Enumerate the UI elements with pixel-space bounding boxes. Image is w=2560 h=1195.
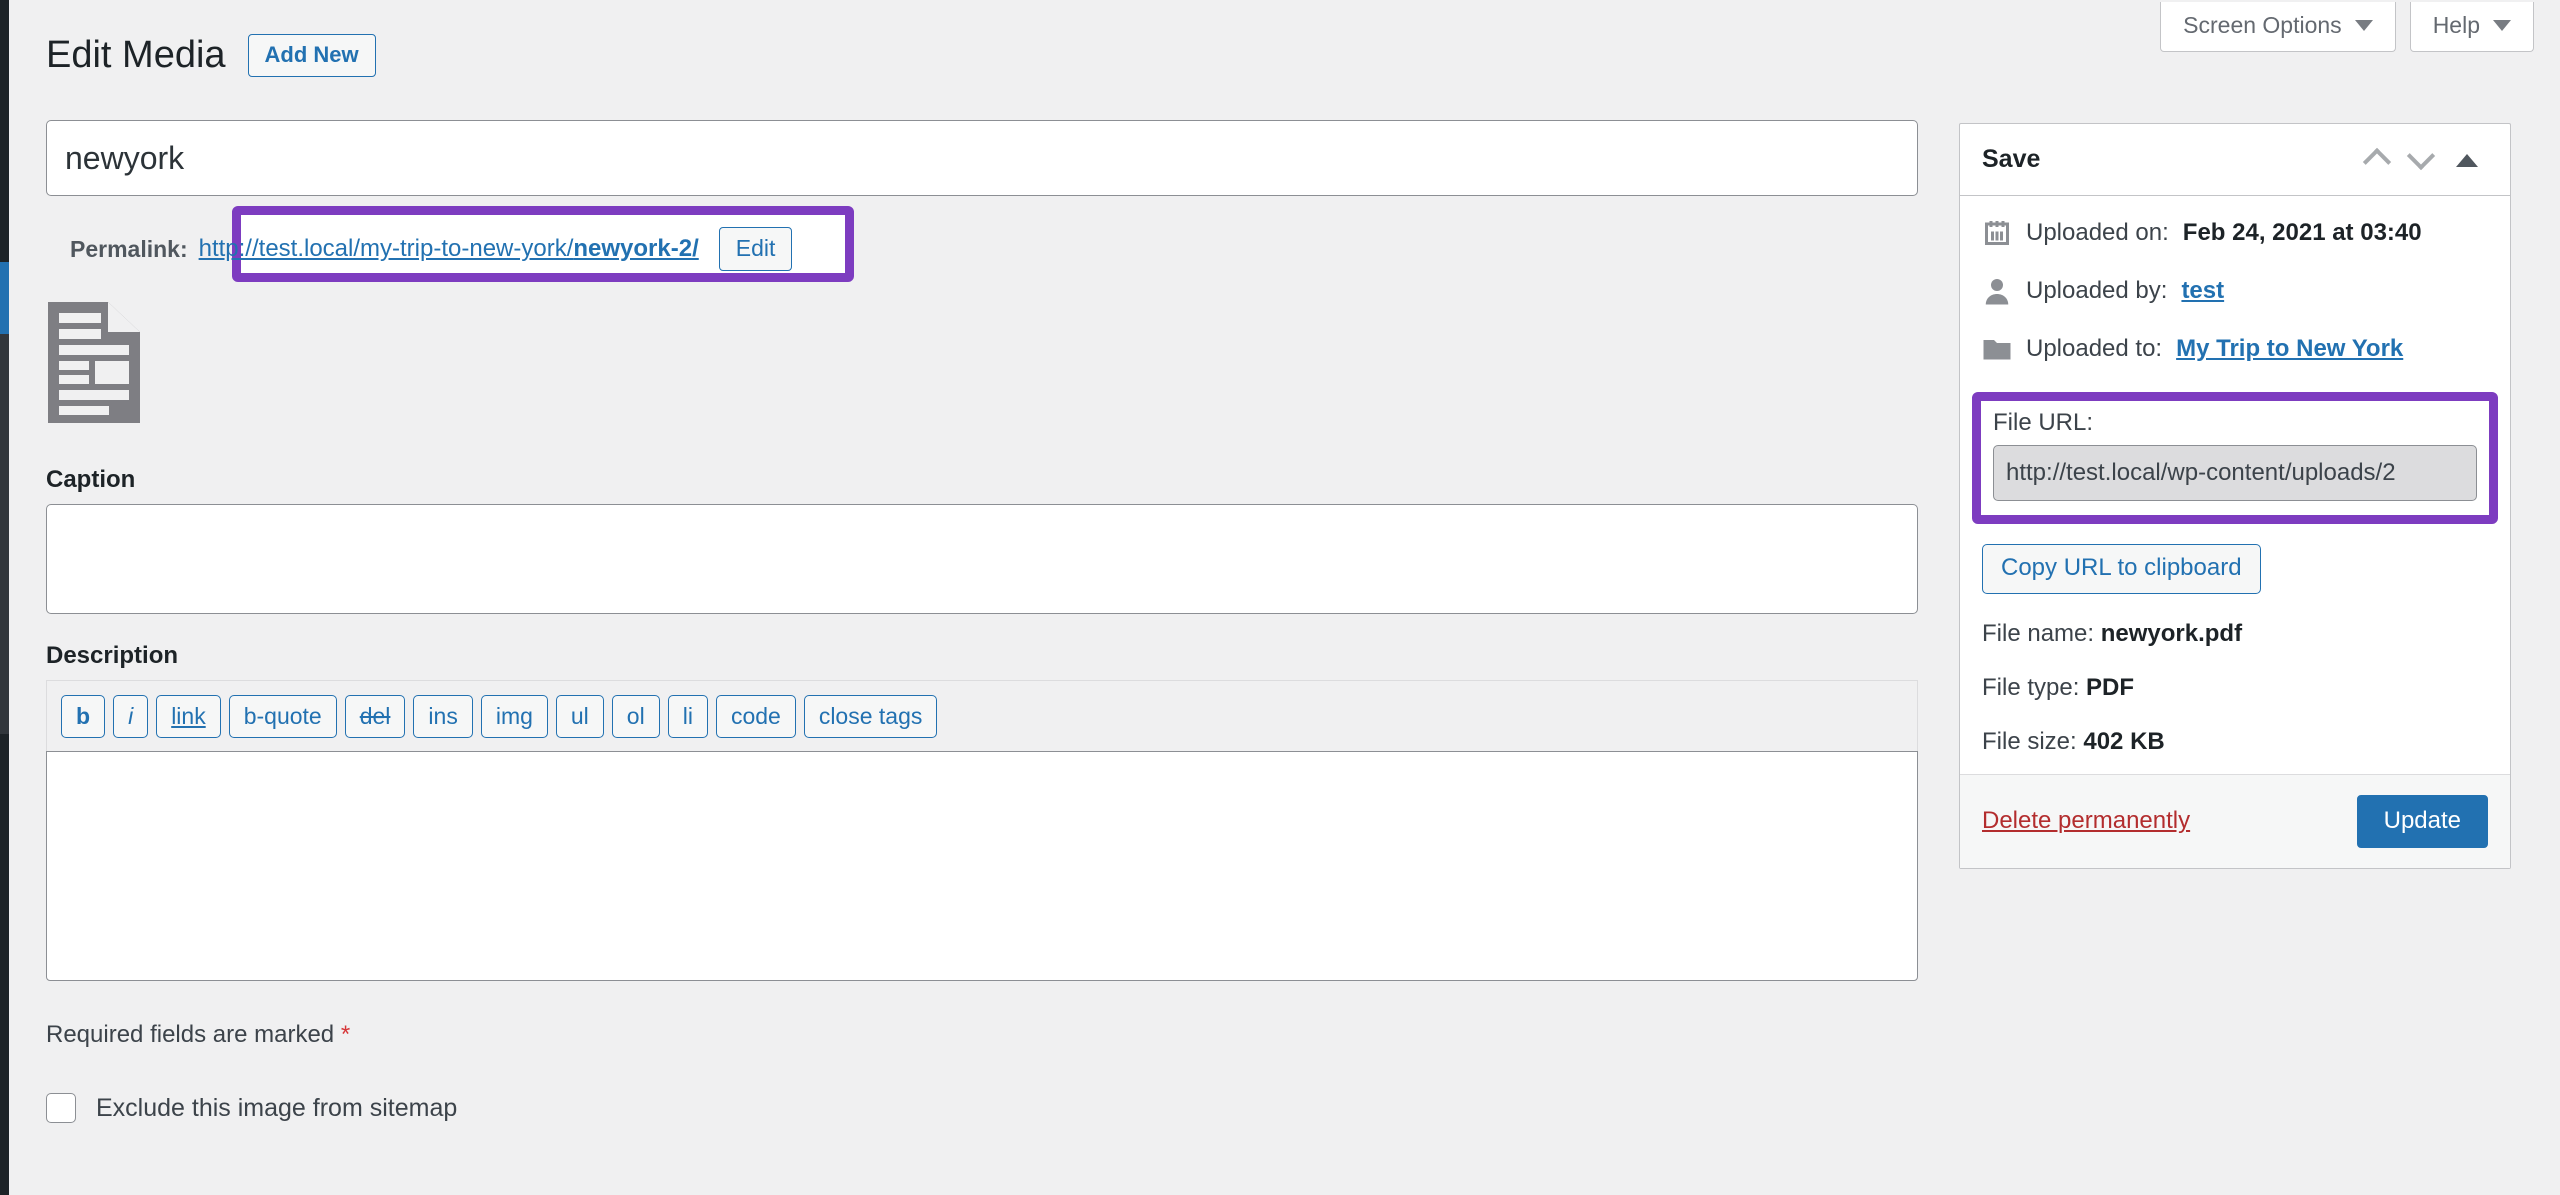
chevron-down-icon <box>2493 20 2511 32</box>
add-new-button[interactable]: Add New <box>247 34 376 78</box>
quicktag-ol-button[interactable]: ol <box>611 695 660 739</box>
uploaded-on-row: Uploaded on: Feb 24, 2021 at 03:40 <box>1982 218 2488 248</box>
file-size-value: 402 KB <box>2083 727 2165 755</box>
file-size-label: File size: <box>1982 727 2077 755</box>
save-metabox-footer: Delete permanently Update <box>1960 773 2510 869</box>
delete-permanently-link[interactable]: Delete permanently <box>1982 807 2190 835</box>
file-name-value: newyork.pdf <box>2100 619 2243 647</box>
uploaded-to-label: Uploaded to: <box>2026 334 2163 362</box>
permalink-row: Permalink: http://test.local/my-trip-to-… <box>46 206 1918 282</box>
update-button[interactable]: Update <box>2356 794 2488 849</box>
description-quicktags-toolbar: b i link b-quote del ins img ul ol li co… <box>46 680 1918 752</box>
quicktag-ul-button[interactable]: ul <box>555 695 604 739</box>
media-title-input[interactable] <box>46 120 1918 196</box>
chevron-down-icon <box>2354 20 2373 32</box>
description-label: Description <box>46 642 179 669</box>
permalink-link[interactable]: http://test.local/my-trip-to-new-york/ne… <box>199 235 699 263</box>
exclude-sitemap-checkbox[interactable] <box>46 1093 76 1124</box>
caption-label: Caption <box>46 466 136 493</box>
uploaded-by-label: Uploaded by: <box>2026 276 2168 304</box>
quicktag-close-tags-button[interactable]: close tags <box>803 695 938 739</box>
folder-icon <box>1983 340 2011 360</box>
help-label: Help <box>2432 12 2480 38</box>
admin-sidebar-active-indicator <box>0 262 9 334</box>
file-name-label: File name: <box>1982 619 2095 647</box>
file-type-row: File type: PDF <box>1982 674 2488 702</box>
permalink-base: http://test.local/my-trip-to-new-york/ <box>198 235 574 262</box>
save-metabox-body: Uploaded on: Feb 24, 2021 at 03:40 Uploa… <box>1960 196 2510 774</box>
quicktag-li-button[interactable]: li <box>667 695 708 739</box>
move-up-icon[interactable] <box>2356 138 2400 182</box>
copy-url-to-clipboard-button[interactable]: Copy URL to clipboard <box>1982 544 2261 594</box>
page-title: Edit Media <box>46 34 226 76</box>
uploaded-by-link[interactable]: test <box>2181 277 2224 306</box>
uploaded-on-value: Feb 24, 2021 at 03:40 <box>2182 218 2422 246</box>
required-fields-text: Required fields are marked <box>46 1021 335 1049</box>
quicktag-bquote-button[interactable]: b-quote <box>228 695 337 739</box>
quicktag-i-button[interactable]: i <box>113 695 149 739</box>
exclude-sitemap-label: Exclude this image from sitemap <box>96 1093 458 1122</box>
file-url-input[interactable] <box>1993 445 2477 501</box>
screen-options-label: Screen Options <box>2183 12 2342 38</box>
page-header: Edit Media Add New <box>46 32 376 80</box>
description-textarea[interactable] <box>46 751 1918 982</box>
calendar-icon <box>1985 221 2009 245</box>
uploaded-on-label: Uploaded on: <box>2026 218 2169 246</box>
screen-options-button[interactable]: Screen Options <box>2160 2 2396 53</box>
media-thumbnail-wrap <box>46 300 1918 438</box>
save-metabox-header: Save <box>1960 124 2510 196</box>
screen-meta-links: Screen Options Help <box>2160 2 2534 53</box>
move-down-icon[interactable] <box>2400 138 2444 182</box>
save-metabox: Save Uploaded on: Feb 24, 2021 at 03:40 <box>1959 123 2511 870</box>
quicktag-link-button[interactable]: link <box>156 695 221 739</box>
edit-permalink-button[interactable]: Edit <box>718 226 793 272</box>
quicktag-img-button[interactable]: img <box>480 695 548 739</box>
uploaded-to-row: Uploaded to: My Trip to New York <box>1982 334 2488 364</box>
quicktag-del-button[interactable]: del <box>344 695 406 739</box>
uploaded-by-row: Uploaded by: test <box>1982 276 2488 306</box>
uploaded-to-link[interactable]: My Trip to New York <box>2176 335 2403 364</box>
file-name-row: File name: newyork.pdf <box>1982 620 2488 648</box>
permalink-slug: newyork-2/ <box>573 235 699 262</box>
exclude-sitemap-row[interactable]: Exclude this image from sitemap <box>46 1093 1918 1124</box>
help-button[interactable]: Help <box>2409 2 2534 53</box>
main-content: Permalink: http://test.local/my-trip-to-… <box>46 120 1918 1124</box>
file-type-value: PDF <box>2086 673 2135 701</box>
quicktag-ins-button[interactable]: ins <box>413 695 473 739</box>
quicktag-b-button[interactable]: b <box>61 695 106 739</box>
file-size-row: File size: 402 KB <box>1982 728 2488 756</box>
file-url-highlight-box: File URL: <box>1972 392 2498 524</box>
file-url-label: File URL: <box>1993 409 2094 436</box>
admin-sidebar-rail-shade <box>0 334 9 734</box>
required-asterisk: * <box>340 1021 351 1049</box>
permalink-label: Permalink: <box>70 235 188 262</box>
user-icon <box>1985 279 2009 305</box>
required-fields-note: Required fields are marked * <box>46 1021 1918 1049</box>
toggle-panel-icon[interactable] <box>2444 138 2488 182</box>
file-type-label: File type: <box>1982 673 2080 701</box>
quicktag-code-button[interactable]: code <box>715 695 796 739</box>
document-file-icon <box>46 300 142 425</box>
caption-input[interactable] <box>46 504 1918 614</box>
save-metabox-title: Save <box>1982 145 2041 173</box>
